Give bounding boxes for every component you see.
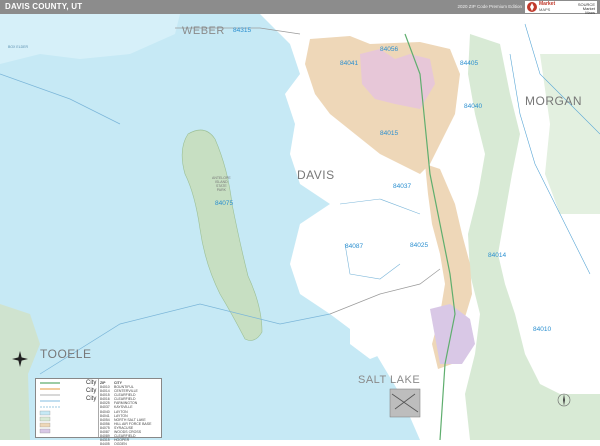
legend-divider	[98, 379, 99, 437]
publisher-logo: Market MAPS SOURCE Market Maps	[525, 1, 597, 15]
legend-zip-list: 84010 84014 84015 84016 84025 84037 8404…	[100, 385, 110, 446]
county-label-weber: WEBER	[182, 25, 225, 37]
zip-label-84056: 84056	[380, 46, 399, 53]
zip-label-84040: 84040	[464, 103, 483, 110]
place-label-antelope: ANTELOPE ISLAND STATE PARK	[212, 176, 231, 192]
zip-label-84025: 84025	[410, 242, 429, 249]
zip-label-84087: 84087	[345, 243, 364, 250]
zip-label-84315: 84315	[233, 27, 252, 34]
place-label-box-elder: BOX ELDER	[8, 45, 29, 49]
edition-label: 2020 ZIP Code Premium Edition	[457, 4, 522, 9]
map-title: DAVIS COUNTY, UT	[5, 2, 83, 11]
title-bar: DAVIS COUNTY, UT 2020 ZIP Code Premium E…	[0, 0, 600, 15]
county-label-davis: DAVIS	[297, 168, 335, 182]
legend-city-list: BOUNTIFUL CENTERVILLE CLEARFIELD CLEARFI…	[114, 385, 152, 446]
zip-label-84037: 84037	[393, 183, 412, 190]
county-label-morgan: MORGAN	[525, 94, 582, 108]
county-label-salt-lake: SALT LAKE	[358, 374, 421, 386]
map-legend: City City City ZIP CITY 84010 84014 8401…	[35, 378, 162, 446]
zip-label-84405: 84405	[460, 60, 479, 67]
legend-city-2: City	[86, 388, 97, 394]
zip-label-84075: 84075	[215, 200, 234, 207]
zip-label-84014: 84014	[488, 252, 507, 259]
legend-city-1: City	[86, 380, 97, 386]
county-label-tooele: TOOELE	[40, 347, 92, 361]
zip-label-84010: 84010	[533, 326, 552, 333]
zip-label-84041: 84041	[340, 60, 359, 67]
scale-compass-icon	[557, 393, 571, 407]
logo-line-2: MAPS	[539, 7, 551, 12]
legend-city-3: City	[86, 396, 97, 402]
map-frame: DAVIS COUNTY, UT 2020 ZIP Code Premium E…	[0, 0, 600, 446]
map-canvas	[0, 14, 600, 440]
compass-logo-icon	[527, 2, 537, 12]
zip-label-84015: 84015	[380, 130, 399, 137]
